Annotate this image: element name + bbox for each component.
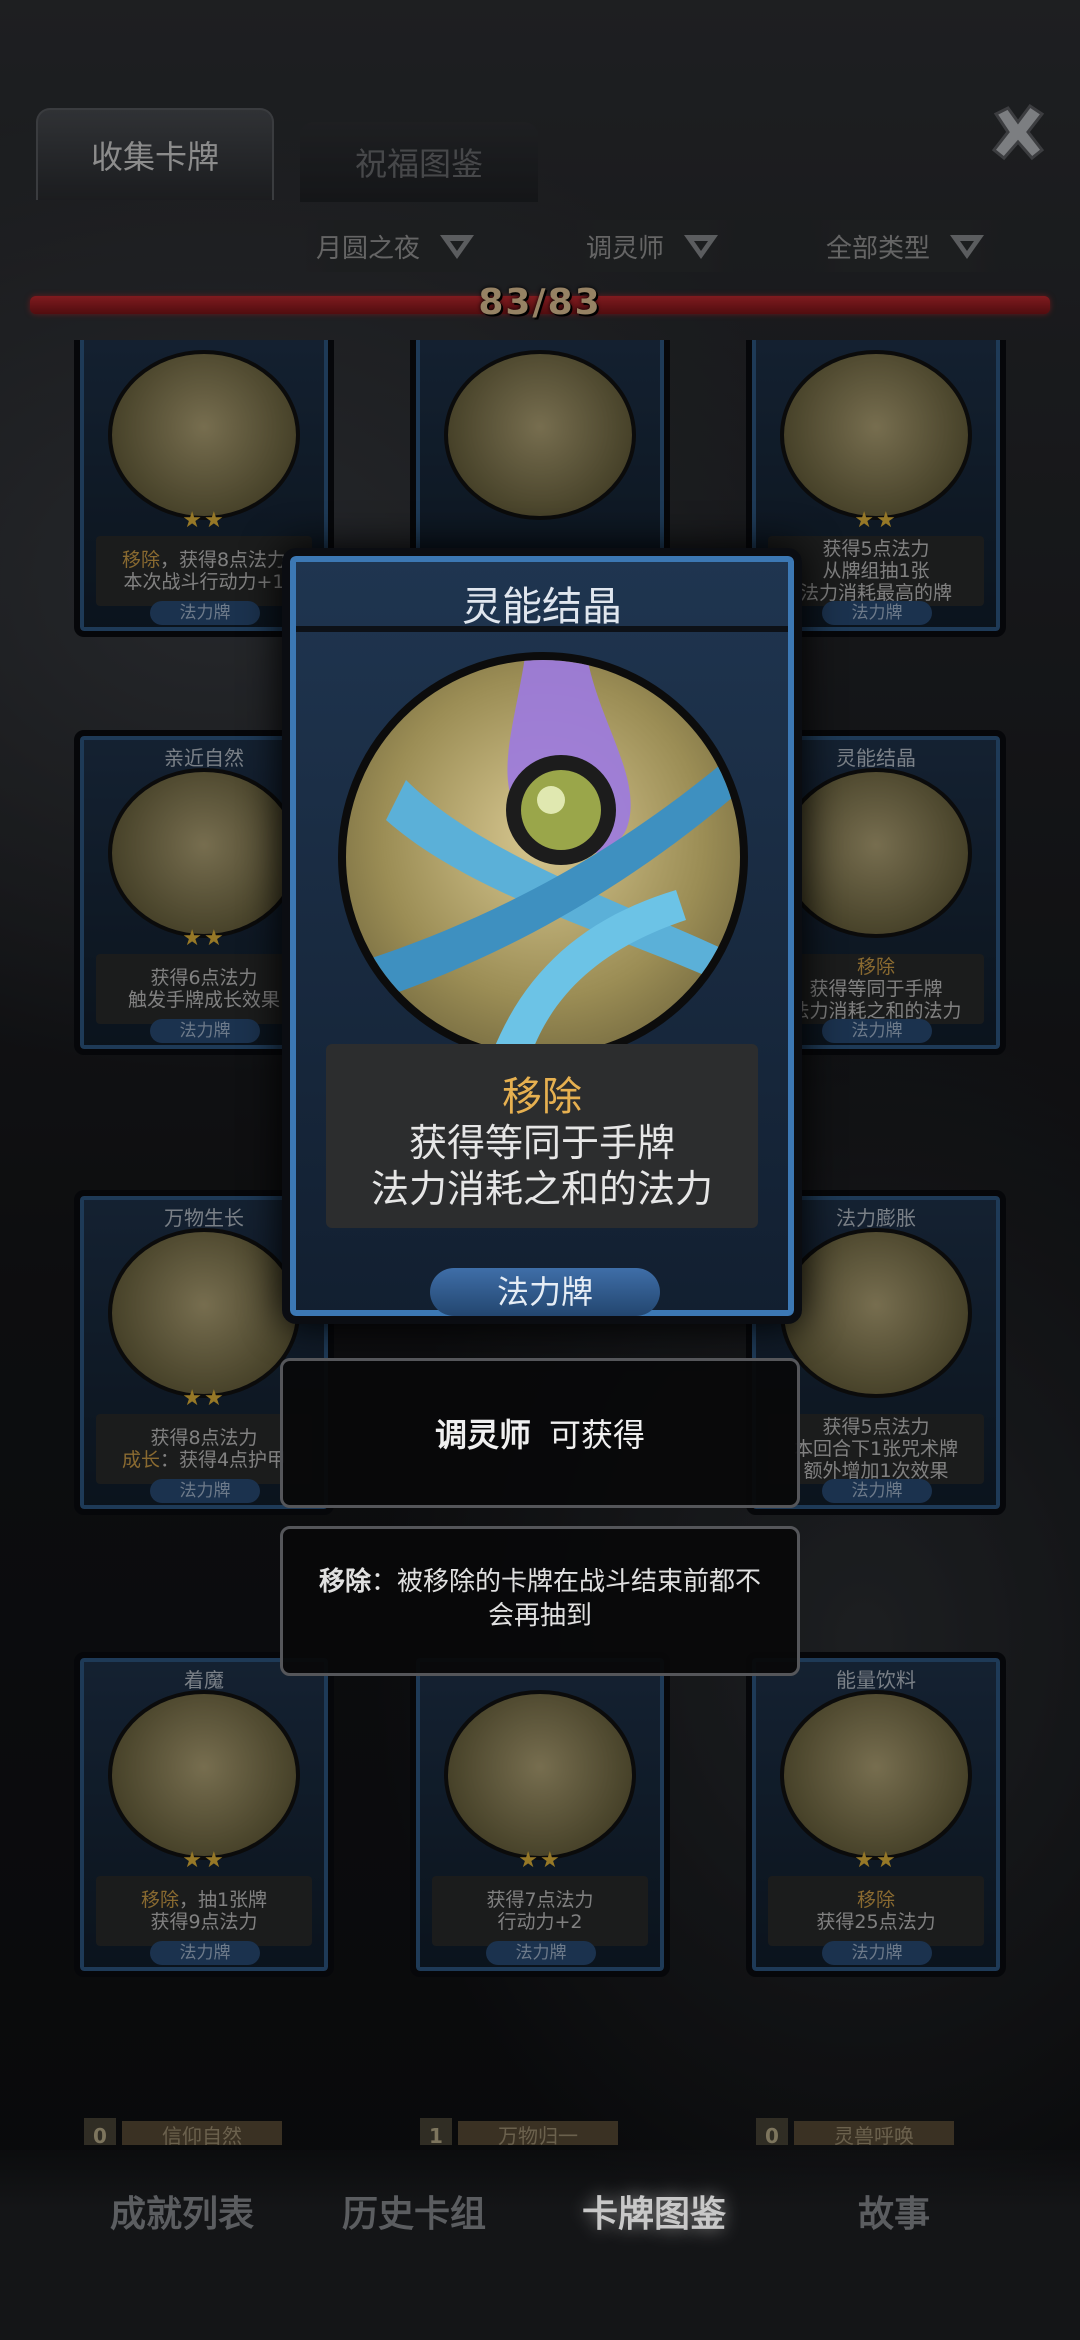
tooltip-term: 移除: [318, 1567, 371, 1597]
focused-card-description: 移除 获得等同于手牌 法力消耗之和的法力: [326, 1044, 758, 1228]
keyword-remove: 移除: [502, 1074, 582, 1120]
nav-story[interactable]: 故事: [774, 2185, 1014, 2237]
focused-card-title: 灵能结晶: [462, 584, 622, 630]
obtain-text: 可获得: [549, 1416, 646, 1454]
nav-achievements[interactable]: 成就列表: [62, 2185, 302, 2237]
keyword-tooltip: 移除：被移除的卡牌在战斗结束前都不会再抽到: [280, 1526, 800, 1676]
focused-card-art: [338, 652, 748, 1062]
card-type-badge: 法力牌: [430, 1268, 660, 1316]
description-line: 法力消耗之和的法力: [370, 1167, 713, 1211]
nav-deck-history[interactable]: 历史卡组: [294, 2185, 534, 2237]
description-line: 获得等同于手牌: [408, 1121, 675, 1165]
class-name: 调灵师: [434, 1416, 531, 1454]
tooltip-text: ：被移除的卡牌在战斗结束前都不会再抽到: [371, 1567, 762, 1631]
focused-card[interactable]: 灵能结晶 移除 获得等同于手牌 法力消耗之和的法力 法力牌: [282, 548, 802, 1324]
obtain-source-popup: 调灵师 可获得: [280, 1358, 800, 1508]
nav-card-codex[interactable]: 卡牌图鉴: [534, 2185, 774, 2237]
bottom-nav: [0, 2150, 1080, 2340]
